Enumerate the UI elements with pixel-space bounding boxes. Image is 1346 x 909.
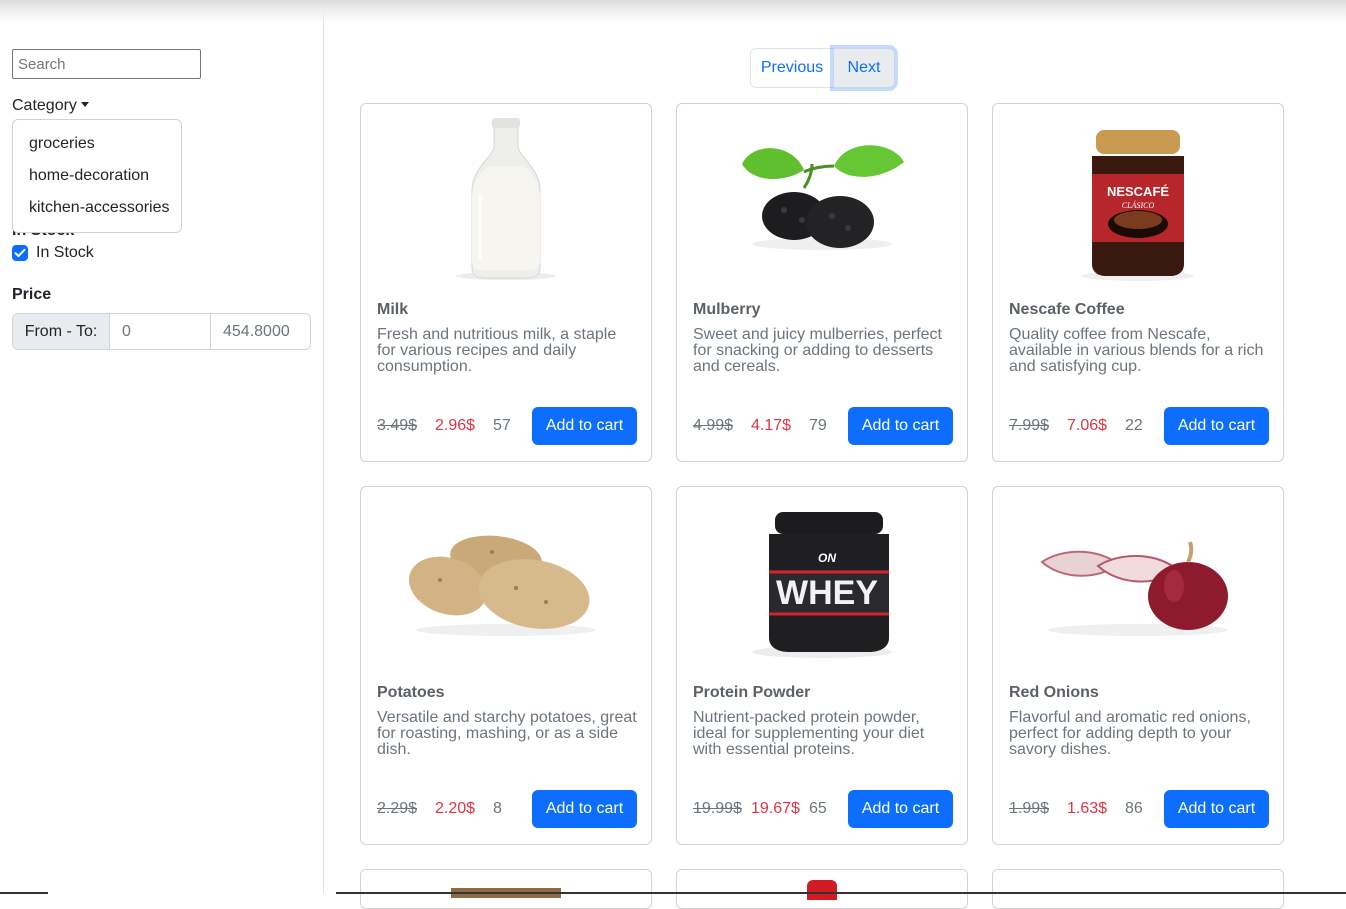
product-title: Potatoes bbox=[377, 684, 445, 701]
in-stock-checkbox[interactable] bbox=[12, 245, 28, 261]
nescafe-sub-text: CLÁSICO bbox=[1122, 200, 1155, 210]
filter-sidebar: Category In Stock groceries home-decorat… bbox=[0, 0, 324, 894]
discounted-price: 2.20$ bbox=[435, 800, 476, 817]
add-to-cart-button[interactable]: Add to cart bbox=[848, 407, 953, 445]
product-description: Flavorful and aromatic red onions, perfe… bbox=[1009, 709, 1251, 758]
original-price: 19.99$ bbox=[693, 800, 742, 817]
category-dropdown-toggle[interactable]: Category bbox=[12, 97, 89, 115]
discounted-price: 7.06$ bbox=[1067, 417, 1108, 434]
add-to-cart-button[interactable]: Add to cart bbox=[532, 407, 637, 445]
product-title: Nescafe Coffee bbox=[1009, 301, 1125, 318]
whey-label-text: WHEY bbox=[776, 574, 878, 612]
discounted-price: 19.67$ bbox=[751, 800, 800, 817]
add-to-cart-button[interactable]: Add to cart bbox=[532, 790, 637, 828]
category-option-kitchen-accessories[interactable]: kitchen-accessories bbox=[13, 192, 181, 224]
stock-count: 8 bbox=[493, 800, 502, 817]
product-footer: 3.49$ 2.96$ 57 Add to cart bbox=[377, 407, 637, 445]
potatoes-image bbox=[361, 487, 651, 677]
original-price: 1.99$ bbox=[1009, 800, 1050, 817]
product-footer: 1.99$ 1.63$ 86 Add to cart bbox=[1009, 790, 1269, 828]
original-price: 2.29$ bbox=[377, 800, 418, 817]
product-card-nescafe-coffee: NESCAFÉ CLÁSICO Nescafe Coffee Quality c… bbox=[992, 103, 1284, 462]
add-to-cart-button[interactable]: Add to cart bbox=[848, 790, 953, 828]
previous-page-button[interactable]: Previous bbox=[750, 48, 834, 88]
price-range-prefix: From - To: bbox=[13, 314, 110, 349]
product-description: Sweet and juicy mulberries, perfect for … bbox=[693, 326, 942, 375]
product-card-potatoes: Potatoes Versatile and starchy potatoes,… bbox=[360, 486, 652, 845]
in-stock-label: In Stock bbox=[36, 244, 94, 261]
discounted-price: 2.96$ bbox=[435, 417, 476, 434]
product-footer: 19.99$ 19.67$ 65 Add to cart bbox=[693, 790, 953, 828]
product-card-red-onions: Red Onions Flavorful and aromatic red on… bbox=[992, 486, 1284, 845]
add-to-cart-button[interactable]: Add to cart bbox=[1164, 790, 1269, 828]
product-footer: 4.99$ 4.17$ 79 Add to cart bbox=[693, 407, 953, 445]
category-option-home-decoration[interactable]: home-decoration bbox=[13, 160, 181, 192]
product-footer: 2.29$ 2.20$ 8 Add to cart bbox=[377, 790, 637, 828]
nescafe-logo-text: NESCAFÉ bbox=[1107, 184, 1169, 199]
price-range-group: From - To: bbox=[12, 313, 311, 350]
add-to-cart-button[interactable]: Add to cart bbox=[1164, 407, 1269, 445]
next-page-button[interactable]: Next bbox=[833, 48, 895, 88]
search-input[interactable] bbox=[12, 49, 201, 79]
stock-count: 65 bbox=[809, 800, 827, 817]
discounted-price: 1.63$ bbox=[1067, 800, 1108, 817]
price-to-input[interactable] bbox=[211, 314, 310, 349]
product-card-mulberry: Mulberry Sweet and juicy mulberries, per… bbox=[676, 103, 968, 462]
stock-count: 57 bbox=[493, 417, 511, 434]
original-price: 7.99$ bbox=[1009, 417, 1050, 434]
caret-down-icon bbox=[80, 102, 89, 107]
product-title: Red Onions bbox=[1009, 684, 1099, 701]
stock-count: 22 bbox=[1125, 417, 1143, 434]
product-card-partial bbox=[992, 869, 1284, 909]
partial-product-image bbox=[807, 880, 837, 900]
milk-bottle-image bbox=[361, 104, 651, 294]
product-title: Protein Powder bbox=[693, 684, 811, 701]
product-card-protein-powder: ON WHEY Protein Powder Nutrient-packed p… bbox=[676, 486, 968, 845]
pagination: Previous Next bbox=[750, 48, 895, 88]
product-footer: 7.99$ 7.06$ 22 Add to cart bbox=[1009, 407, 1269, 445]
product-description: Versatile and starchy potatoes, great fo… bbox=[377, 709, 637, 758]
original-price: 4.99$ bbox=[693, 417, 734, 434]
price-heading: Price bbox=[12, 286, 52, 303]
product-description: Fresh and nutritious milk, a staple for … bbox=[377, 326, 617, 375]
product-card-partial bbox=[676, 869, 968, 909]
product-description: Nutrient-packed protein powder, ideal fo… bbox=[693, 709, 925, 758]
mulberry-image bbox=[677, 104, 967, 294]
category-label: Category bbox=[12, 97, 77, 114]
protein-tub-image: ON WHEY bbox=[677, 487, 967, 677]
original-price: 3.49$ bbox=[377, 417, 418, 434]
category-option-groceries[interactable]: groceries bbox=[13, 128, 181, 160]
price-from-input[interactable] bbox=[110, 314, 211, 349]
red-onions-image bbox=[993, 487, 1283, 677]
stock-count: 86 bbox=[1125, 800, 1143, 817]
top-shadow bbox=[0, 0, 1346, 24]
discounted-price: 4.17$ bbox=[751, 417, 792, 434]
whey-brand-text: ON bbox=[818, 551, 836, 565]
product-title: Milk bbox=[377, 301, 409, 318]
product-card-partial bbox=[360, 869, 652, 909]
product-card-milk: Milk Fresh and nutritious milk, a staple… bbox=[360, 103, 652, 462]
product-title: Mulberry bbox=[693, 301, 761, 318]
in-stock-filter: In Stock bbox=[12, 244, 94, 262]
coffee-jar-image: NESCAFÉ CLÁSICO bbox=[993, 104, 1283, 294]
product-description: Quality coffee from Nescafe, available i… bbox=[1009, 326, 1264, 375]
category-dropdown-menu: groceries home-decoration kitchen-access… bbox=[12, 119, 182, 233]
check-icon bbox=[14, 248, 26, 257]
stock-count: 79 bbox=[809, 417, 827, 434]
